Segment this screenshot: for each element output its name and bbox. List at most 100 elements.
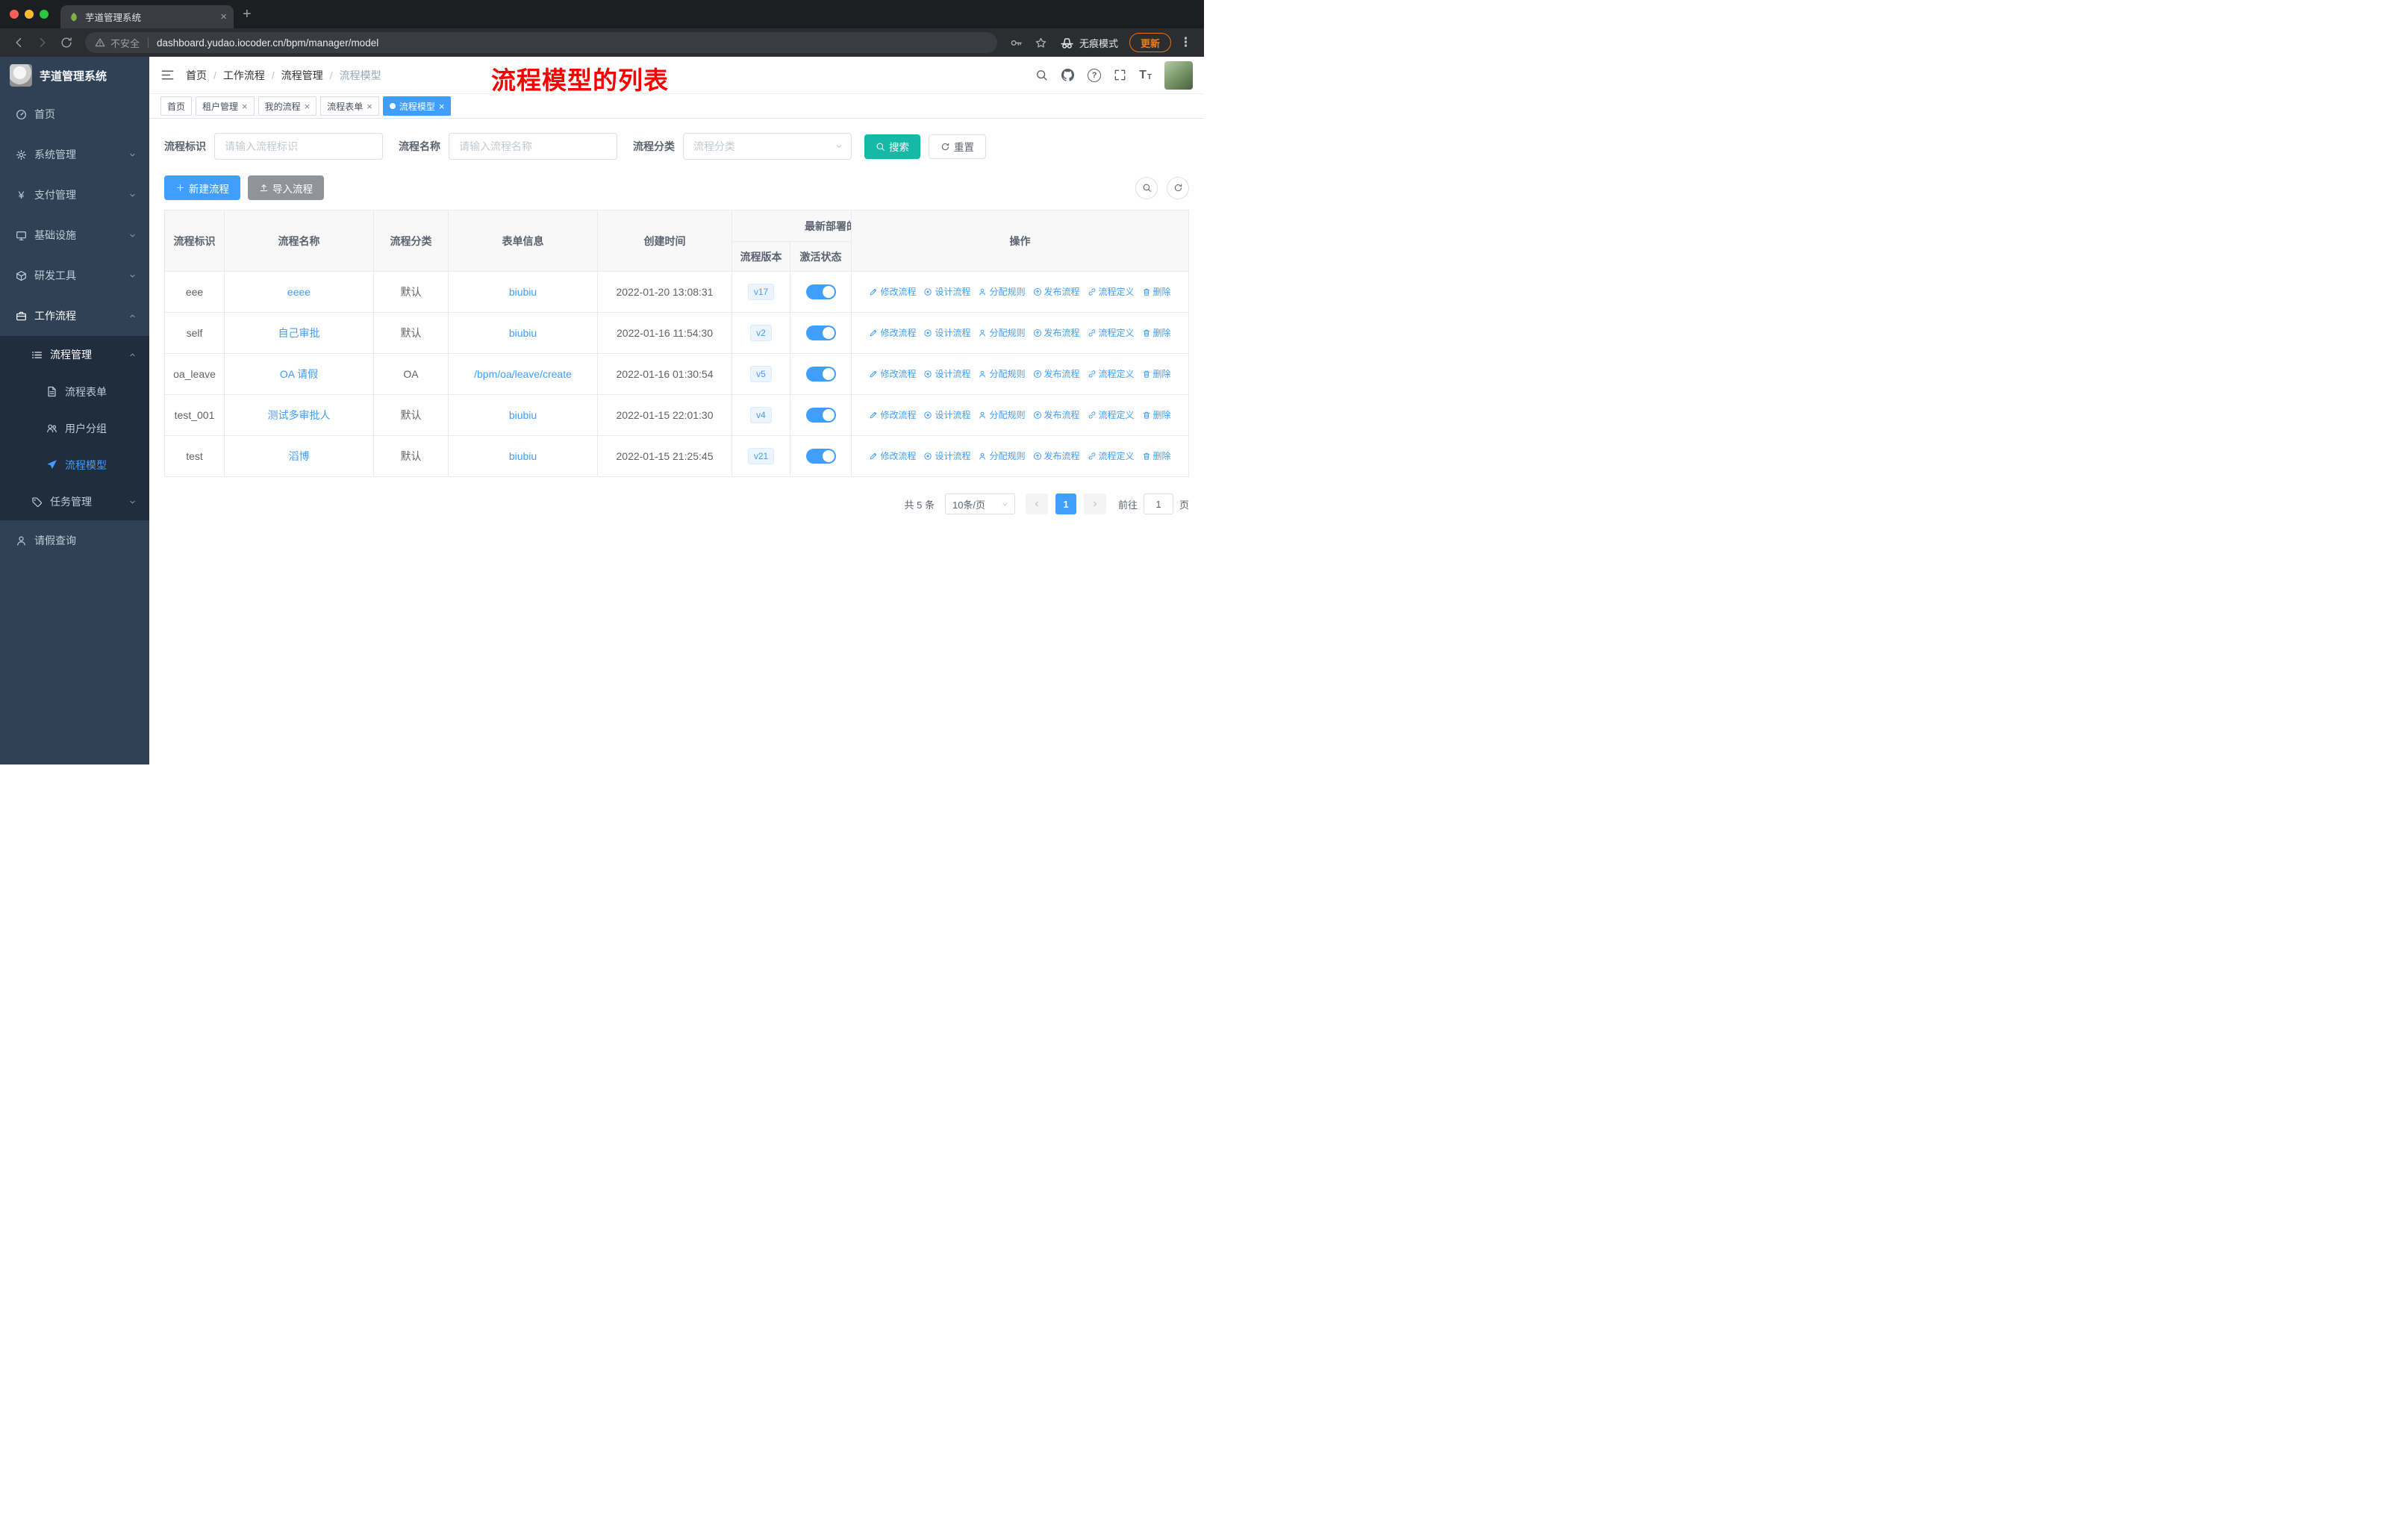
tag-tenant-management[interactable]: 租户管理: [196, 96, 255, 116]
action-delete-process[interactable]: 删除: [1142, 449, 1171, 462]
action-publish-process[interactable]: 发布流程: [1033, 408, 1080, 421]
action-edit-process[interactable]: 修改流程: [869, 449, 916, 462]
forward-icon[interactable]: [36, 36, 49, 49]
chrome-update-button[interactable]: 更新: [1129, 33, 1171, 52]
action-delete-process[interactable]: 删除: [1142, 408, 1171, 421]
active-toggle[interactable]: [805, 326, 836, 340]
window-zoom-button[interactable]: [40, 10, 49, 19]
sidebar-item-process-management[interactable]: 流程管理: [0, 336, 149, 373]
reload-icon[interactable]: [60, 36, 73, 49]
user-avatar[interactable]: [1164, 60, 1193, 90]
action-publish-process[interactable]: 发布流程: [1033, 326, 1080, 339]
tag-close-icon[interactable]: [366, 102, 372, 111]
action-assign-rule[interactable]: 分配规则: [978, 326, 1026, 339]
tag-process-form[interactable]: 流程表单: [320, 96, 379, 116]
tag-close-icon[interactable]: [242, 102, 248, 111]
sidebar-collapse-icon[interactable]: [160, 68, 175, 82]
action-delete-process[interactable]: 删除: [1142, 367, 1171, 380]
active-toggle[interactable]: [805, 367, 836, 382]
import-process-button[interactable]: 导入流程: [248, 175, 324, 200]
action-edit-process[interactable]: 修改流程: [869, 285, 916, 298]
font-size-icon[interactable]: [1139, 69, 1152, 81]
model-name-link[interactable]: 自己审批: [278, 327, 320, 339]
back-icon[interactable]: [12, 36, 25, 49]
browser-tab[interactable]: 芋道管理系统: [60, 5, 234, 28]
model-name-link[interactable]: 测试多审批人: [268, 409, 331, 421]
next-page-button[interactable]: [1083, 493, 1106, 514]
app-logo[interactable]: 芋道管理系统: [0, 57, 149, 94]
model-name-link[interactable]: 滔博: [289, 450, 310, 462]
action-assign-rule[interactable]: 分配规则: [978, 367, 1026, 380]
form-link[interactable]: biubiu: [509, 327, 537, 339]
model-name-link[interactable]: OA 请假: [280, 368, 318, 380]
active-toggle[interactable]: [805, 449, 836, 464]
tag-home[interactable]: 首页: [160, 96, 193, 116]
action-edit-process[interactable]: 修改流程: [869, 326, 916, 339]
action-assign-rule[interactable]: 分配规则: [978, 285, 1026, 298]
action-design-process[interactable]: 设计流程: [923, 285, 970, 298]
action-publish-process[interactable]: 发布流程: [1033, 449, 1080, 462]
breadcrumb-home[interactable]: 首页: [186, 68, 207, 83]
sidebar-item-leave-query[interactable]: 请假查询: [0, 520, 149, 561]
tag-process-model[interactable]: 流程模型: [382, 96, 452, 116]
sidebar-item-workflow[interactable]: 工作流程: [0, 296, 149, 336]
help-icon[interactable]: [1088, 68, 1102, 82]
search-icon[interactable]: [1035, 69, 1048, 81]
tab-close-icon[interactable]: [220, 11, 227, 22]
reset-button[interactable]: 重置: [929, 134, 986, 159]
action-publish-process[interactable]: 发布流程: [1033, 367, 1080, 380]
sidebar-item-user-group[interactable]: 用户分组: [0, 410, 149, 446]
action-process-definition[interactable]: 流程定义: [1088, 408, 1135, 421]
url-bar[interactable]: 不安全 dashboard.yudao.iocoder.cn/bpm/manag…: [85, 32, 997, 53]
action-design-process[interactable]: 设计流程: [923, 326, 970, 339]
process-name-input[interactable]: [449, 133, 617, 160]
sidebar-item-home[interactable]: 首页: [0, 94, 149, 134]
page-size-select[interactable]: 10条/页: [944, 493, 1015, 514]
action-delete-process[interactable]: 删除: [1142, 285, 1171, 298]
key-icon[interactable]: [1010, 37, 1023, 49]
sidebar-item-dev-tools[interactable]: 研发工具: [0, 255, 149, 296]
category-select[interactable]: 流程分类: [683, 133, 852, 160]
sidebar-item-task-management[interactable]: 任务管理: [0, 483, 149, 520]
breadcrumb-workflow[interactable]: 工作流程: [223, 68, 265, 83]
sidebar-item-payment[interactable]: 支付管理: [0, 175, 149, 215]
goto-page-input[interactable]: [1143, 493, 1173, 514]
prev-page-button[interactable]: [1025, 493, 1048, 514]
active-toggle[interactable]: [805, 284, 836, 299]
action-publish-process[interactable]: 发布流程: [1033, 285, 1080, 298]
search-button[interactable]: 搜索: [864, 134, 920, 159]
action-delete-process[interactable]: 删除: [1142, 326, 1171, 339]
action-edit-process[interactable]: 修改流程: [869, 408, 916, 421]
action-design-process[interactable]: 设计流程: [923, 408, 970, 421]
tag-close-icon[interactable]: [305, 102, 311, 111]
create-process-button[interactable]: 新建流程: [164, 175, 240, 200]
window-close-button[interactable]: [10, 10, 19, 19]
action-design-process[interactable]: 设计流程: [923, 449, 970, 462]
window-minimize-button[interactable]: [25, 10, 34, 19]
toggle-search-button[interactable]: [1135, 176, 1158, 199]
sidebar-item-process-form[interactable]: 流程表单: [0, 373, 149, 410]
action-assign-rule[interactable]: 分配规则: [978, 408, 1026, 421]
page-number-1[interactable]: 1: [1055, 493, 1076, 514]
action-edit-process[interactable]: 修改流程: [869, 367, 916, 380]
sidebar-item-system[interactable]: 系统管理: [0, 134, 149, 175]
form-link[interactable]: biubiu: [509, 450, 537, 462]
new-tab-button[interactable]: [243, 7, 252, 22]
action-assign-rule[interactable]: 分配规则: [978, 449, 1026, 462]
action-design-process[interactable]: 设计流程: [923, 367, 970, 380]
action-process-definition[interactable]: 流程定义: [1088, 449, 1135, 462]
refresh-table-button[interactable]: [1167, 176, 1189, 199]
action-process-definition[interactable]: 流程定义: [1088, 326, 1135, 339]
fullscreen-icon[interactable]: [1114, 69, 1126, 81]
action-process-definition[interactable]: 流程定义: [1088, 367, 1135, 380]
model-name-link[interactable]: eeee: [287, 286, 311, 298]
breadcrumb-process-management[interactable]: 流程管理: [281, 68, 323, 83]
action-process-definition[interactable]: 流程定义: [1088, 285, 1135, 298]
tag-close-icon[interactable]: [439, 102, 445, 111]
form-link[interactable]: biubiu: [509, 286, 537, 298]
github-icon[interactable]: [1061, 68, 1075, 82]
form-link[interactable]: /bpm/oa/leave/create: [474, 368, 572, 380]
browser-menu-icon[interactable]: [1179, 35, 1192, 50]
tag-my-process[interactable]: 我的流程: [258, 96, 317, 116]
bookmark-star-icon[interactable]: [1035, 37, 1047, 49]
